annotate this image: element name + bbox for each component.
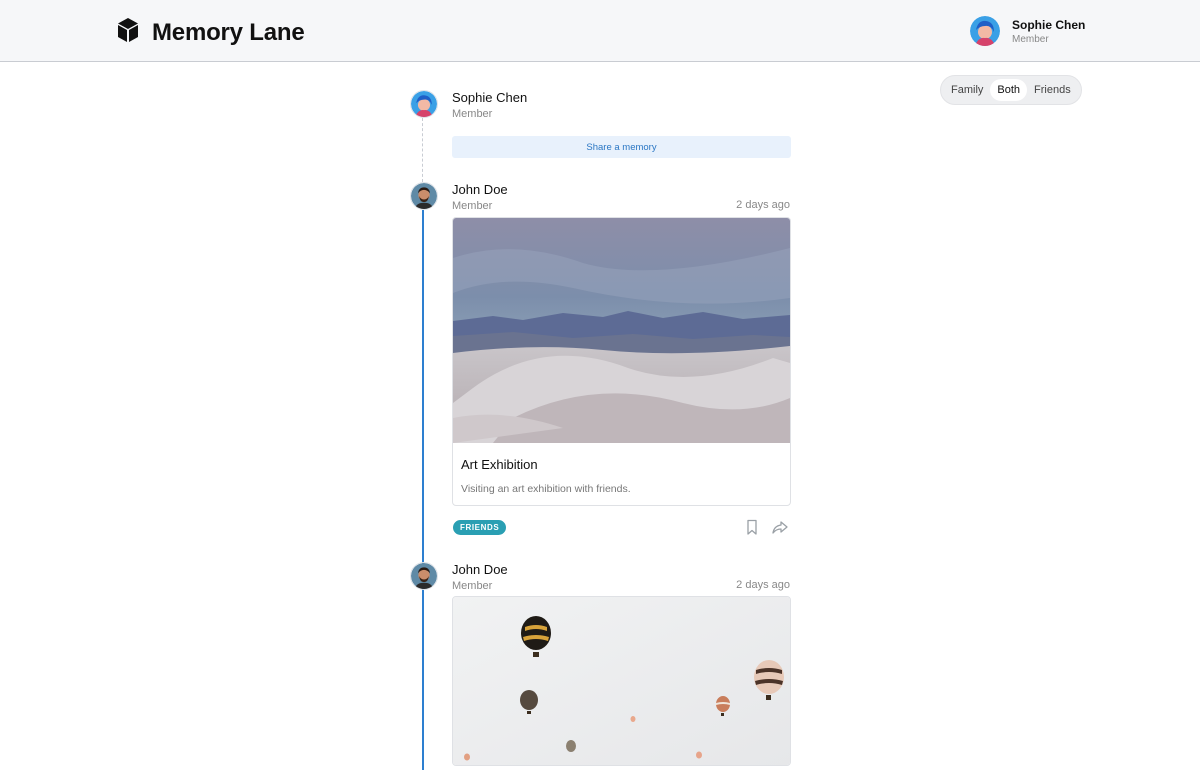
post-author[interactable]: John Doe	[452, 562, 508, 577]
avatar	[970, 16, 1000, 46]
memory-description: Visiting an art exhibition with friends.	[461, 483, 631, 495]
memory-card[interactable]: Art Exhibition Visiting an art exhibitio…	[452, 217, 791, 506]
top-bar: Memory Lane Sophie Chen Member	[0, 0, 1200, 62]
app-title: Memory Lane	[152, 18, 305, 46]
post-time: 2 days ago	[736, 199, 790, 211]
filter-friends[interactable]: Friends	[1027, 79, 1078, 101]
avatar[interactable]	[410, 562, 438, 592]
user-role: Member	[1012, 33, 1049, 45]
audience-filter: Family Both Friends	[940, 75, 1082, 105]
bookmark-icon[interactable]	[743, 518, 761, 536]
post-time: 2 days ago	[736, 579, 790, 591]
post-author[interactable]: John Doe	[452, 182, 508, 197]
memory-title: Art Exhibition	[461, 457, 538, 472]
post-author-role: Member	[452, 200, 493, 212]
share-icon[interactable]	[771, 518, 789, 536]
memory-photo	[453, 597, 790, 765]
avatar	[410, 90, 438, 120]
cube-logo-icon	[116, 17, 140, 48]
filter-both[interactable]: Both	[990, 79, 1028, 101]
memory-photo	[453, 218, 790, 443]
post-header: John Doe Member	[410, 182, 508, 212]
composer-header: Sophie Chen Member	[410, 90, 527, 120]
post-author-role: Member	[452, 580, 493, 592]
share-memory-button[interactable]: Share a memory	[452, 136, 791, 158]
brand[interactable]: Memory Lane	[116, 17, 305, 48]
avatar[interactable]	[410, 182, 438, 212]
audience-tag: FRIENDS	[453, 520, 507, 535]
post-header: John Doe Member	[410, 562, 508, 592]
timeline-line	[422, 210, 424, 770]
user-menu[interactable]: Sophie Chen Member	[970, 16, 1085, 46]
composer-role: Member	[452, 108, 493, 120]
filter-family[interactable]: Family	[944, 79, 990, 101]
memory-card[interactable]	[452, 596, 791, 766]
timeline-dashed-connector	[422, 118, 423, 182]
user-name: Sophie Chen	[1012, 17, 1086, 32]
composer-name: Sophie Chen	[452, 90, 528, 105]
